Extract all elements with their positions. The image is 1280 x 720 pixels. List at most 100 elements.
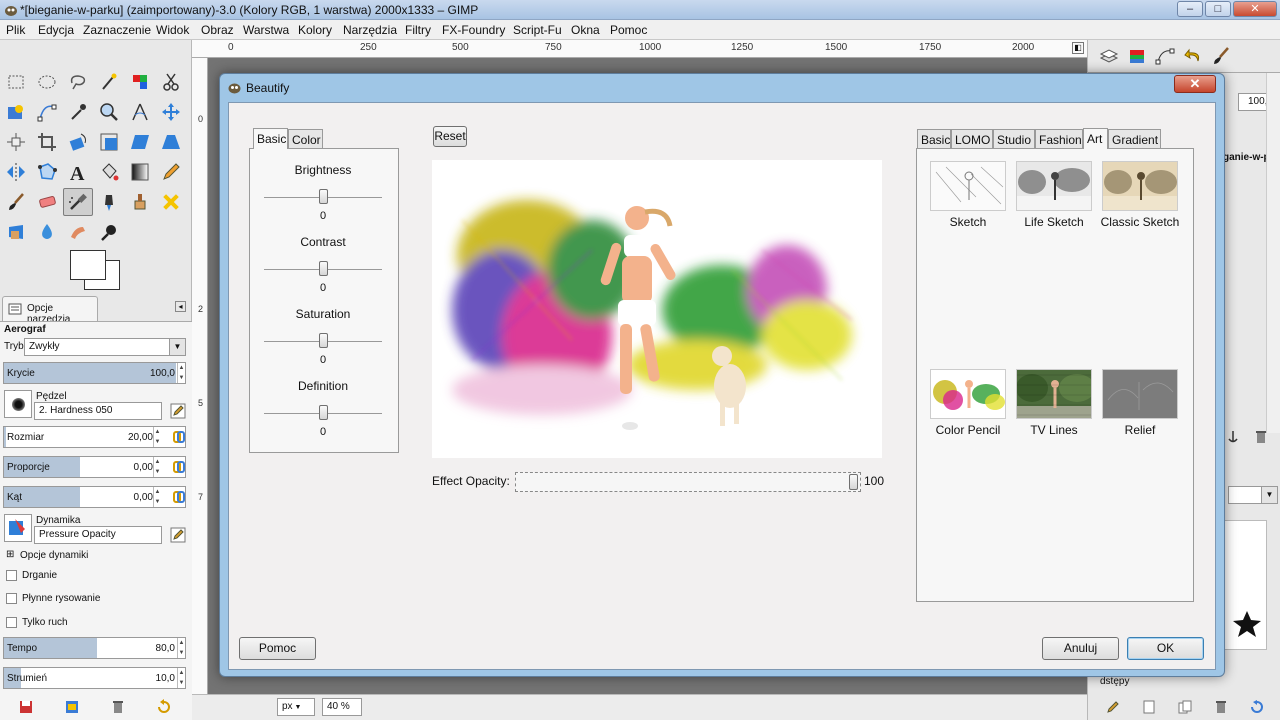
menu-zaznaczenie[interactable]: Zaznaczenie — [83, 23, 151, 37]
menu-edycja[interactable]: Edycja — [38, 23, 74, 37]
perspective-icon[interactable] — [156, 128, 186, 156]
smooth-checkbox[interactable] — [6, 593, 17, 604]
close-button[interactable]: ✕ — [1233, 1, 1277, 17]
mode-select[interactable]: Zwykły ▼ — [24, 338, 186, 356]
effect-relief[interactable]: Relief — [1095, 369, 1185, 437]
aspect-spinner[interactable]: ▲ ▼ — [153, 457, 161, 477]
edit-dynamics-icon[interactable] — [170, 527, 186, 543]
ink-icon[interactable] — [94, 188, 124, 216]
smudge-icon[interactable] — [63, 218, 93, 246]
align-icon[interactable] — [1, 128, 31, 156]
menu-widok[interactable]: Widok — [156, 23, 189, 37]
tab-effects-gradient[interactable]: Gradient — [1108, 129, 1161, 148]
rate-spinner[interactable]: ▲ ▼ — [177, 638, 185, 658]
brush-grid[interactable] — [1223, 520, 1267, 650]
angle-spinner[interactable]: ▲ ▼ — [153, 487, 161, 507]
brush-field[interactable]: 2. Hardness 050 — [34, 402, 162, 420]
brush-preview[interactable] — [4, 390, 32, 418]
tab-paths[interactable] — [1152, 43, 1178, 69]
reset-angle-icon[interactable] — [172, 490, 186, 504]
reset-button[interactable]: Reset — [433, 126, 467, 147]
dodge-burn-icon[interactable] — [94, 218, 124, 246]
size-spinner[interactable]: ▲ ▼ — [153, 427, 161, 447]
delete-layer-icon[interactable] — [1254, 430, 1268, 444]
brightness-slider-thumb[interactable] — [319, 189, 328, 204]
ellipse-select-icon[interactable] — [32, 68, 62, 96]
delete-brush-icon[interactable] — [1214, 700, 1228, 714]
tab-tool-options[interactable]: Opcje narzędzia — [2, 296, 98, 325]
blend-icon[interactable] — [125, 158, 155, 186]
edit-brush-icon[interactable] — [170, 403, 186, 419]
anchor-icon[interactable] — [1226, 430, 1240, 444]
menu-narzedzia[interactable]: Narzędzia — [343, 23, 397, 37]
tab-effects-lomo[interactable]: LOMO — [951, 129, 993, 148]
rotate-icon[interactable] — [63, 128, 93, 156]
airbrush-icon[interactable] — [63, 188, 93, 216]
effect-classic-sketch[interactable]: Classic Sketch — [1095, 161, 1185, 229]
reset-chain-icon[interactable] — [172, 430, 186, 444]
tab-brushes[interactable] — [1208, 43, 1234, 69]
effect-color-pencil[interactable]: Color Pencil — [923, 369, 1013, 437]
effect-tv-lines[interactable]: TV Lines — [1009, 369, 1099, 437]
opacity-spinner[interactable]: ▲ ▼ — [177, 363, 185, 383]
aspect-slider[interactable]: Proporcje 0,00 ▲ ▼ — [3, 456, 186, 478]
ok-button[interactable]: OK — [1127, 637, 1204, 660]
effect-opacity-thumb[interactable] — [849, 474, 858, 490]
flip-icon[interactable] — [1, 158, 31, 186]
tab-effects-basic[interactable]: Basic — [917, 129, 951, 148]
lasso-icon[interactable] — [63, 68, 93, 96]
reset-aspect-icon[interactable] — [172, 460, 186, 474]
unit-select[interactable]: px ▼ — [277, 698, 315, 716]
fg-bg-color-swatch[interactable] — [70, 250, 122, 292]
tab-effects-art[interactable]: Art — [1083, 128, 1108, 149]
dynamics-preview[interactable] — [4, 514, 32, 542]
edit-brush-dock-icon[interactable] — [1106, 700, 1120, 714]
minimize-button[interactable]: – — [1177, 1, 1203, 17]
menu-kolory[interactable]: Kolory — [298, 23, 332, 37]
menu-pomoc[interactable]: Pomoc — [610, 23, 647, 37]
angle-slider[interactable]: Kąt 0,00 ▲ ▼ — [3, 486, 186, 508]
bucket-fill-icon[interactable] — [94, 158, 124, 186]
tab-color-adjust[interactable]: Color — [288, 129, 323, 148]
layers-scrollbar[interactable] — [1266, 73, 1280, 433]
zoom-icon[interactable] — [94, 98, 124, 126]
rate-slider[interactable]: Tempo 80,0 ▲ ▼ — [3, 637, 186, 659]
menu-script-fu[interactable]: Script-Fu — [513, 23, 562, 37]
menu-obraz[interactable]: Obraz — [201, 23, 234, 37]
menu-filtry[interactable]: Filtry — [405, 23, 431, 37]
paintbrush-icon[interactable] — [1, 188, 31, 216]
pencil-icon[interactable] — [156, 158, 186, 186]
crop-icon[interactable] — [32, 128, 62, 156]
effect-sketch[interactable]: Sketch — [923, 161, 1013, 229]
definition-slider-thumb[interactable] — [319, 405, 328, 420]
maximize-button[interactable]: □ — [1205, 1, 1231, 17]
restore-options-icon[interactable] — [64, 699, 80, 715]
expand-icon[interactable]: ⊞ — [6, 549, 14, 560]
navigate-icon[interactable]: ◧ — [1072, 42, 1084, 54]
heal-icon[interactable] — [156, 188, 186, 216]
clone-icon[interactable] — [125, 188, 155, 216]
scale-icon[interactable] — [94, 128, 124, 156]
fuzzy-select-icon[interactable] — [94, 68, 124, 96]
foreground-color[interactable] — [70, 250, 106, 280]
panel-menu-icon[interactable]: ◂ — [175, 301, 186, 312]
tab-basic-adjust[interactable]: Basic — [253, 128, 288, 149]
size-slider[interactable]: Rozmiar 20,00 ▲ ▼ — [3, 426, 186, 448]
perspective-clone-icon[interactable] — [1, 218, 31, 246]
cage-transform-icon[interactable] — [32, 158, 62, 186]
motion-only-checkbox[interactable] — [6, 617, 17, 628]
flow-spinner[interactable]: ▲ ▼ — [177, 668, 185, 688]
shear-icon[interactable] — [125, 128, 155, 156]
paths-icon[interactable] — [32, 98, 62, 126]
eraser-icon[interactable] — [32, 188, 62, 216]
blur-icon[interactable] — [32, 218, 62, 246]
reset-options-icon[interactable] — [156, 699, 172, 715]
contrast-slider-thumb[interactable] — [319, 261, 328, 276]
saturation-slider-thumb[interactable] — [319, 333, 328, 348]
foreground-select-icon[interactable] — [1, 98, 31, 126]
ruler-vertical[interactable]: 0 2 5 7 — [192, 58, 208, 698]
tab-undo-history[interactable] — [1180, 43, 1206, 69]
menu-okna[interactable]: Okna — [571, 23, 600, 37]
tab-layers[interactable] — [1096, 43, 1122, 69]
new-brush-icon[interactable] — [1142, 700, 1156, 714]
